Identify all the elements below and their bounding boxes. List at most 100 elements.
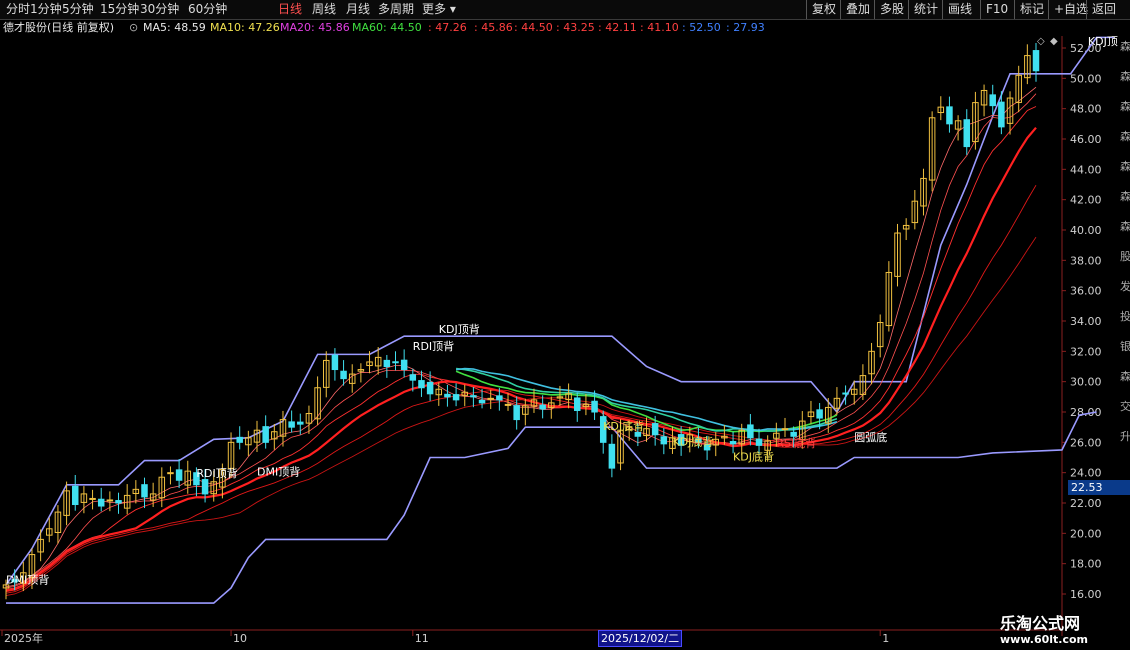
signal-annotation: RSI底背: [776, 436, 816, 450]
signal-annotation: KDJ底背: [733, 450, 774, 464]
y-tick-label: 44.00: [1070, 163, 1102, 176]
candle-body: [591, 400, 598, 413]
candle-body: [71, 485, 79, 506]
period-tab[interactable]: 5分钟: [62, 1, 94, 17]
indicator-value: : 45.86: [474, 21, 513, 34]
candle-body: [452, 394, 460, 401]
candle-body: [331, 354, 339, 371]
indicator-value: : 41.10: [640, 21, 679, 34]
indicator-value: : 27.93: [726, 21, 765, 34]
indicator-value: : 52.50: [682, 21, 721, 34]
candlestick-chart[interactable]: 16.00 18.00 20.00 22.00 24.00 26.00 28.00 30.00…: [0, 36, 1130, 650]
period-tab[interactable]: 日线: [278, 1, 302, 17]
y-tick-label: 30.00: [1070, 376, 1102, 389]
candle-body: [175, 469, 183, 481]
candle-body: [400, 359, 408, 371]
period-tab[interactable]: 30分钟: [140, 1, 179, 17]
candle-body: [478, 399, 486, 404]
signal-annotation: RDI顶背: [413, 339, 454, 353]
signal-annotation: KDJ底背: [672, 434, 713, 448]
candle-body: [262, 426, 269, 443]
y-tick-label: 22.00: [1070, 497, 1102, 510]
y-tick-label: 34.00: [1070, 315, 1102, 328]
candle-body: [297, 421, 304, 425]
period-tab[interactable]: 1分钟: [30, 1, 62, 17]
side-panel-glyph: 森: [1120, 219, 1130, 233]
signal-annotation: DMI顶背: [257, 465, 300, 479]
candle-body: [747, 424, 754, 439]
period-tab[interactable]: 60分钟: [188, 1, 227, 17]
side-panel-glyph: 发: [1120, 279, 1130, 293]
indicator-value: : 43.25: [556, 21, 595, 34]
candle-body: [201, 479, 209, 495]
toolbar-button[interactable]: F10: [980, 0, 1013, 19]
signal-annotation: RDI顶背: [196, 466, 237, 480]
indicator-legend: 德才股份(日线 前复权) ⊙ MA5: 48.59 MA10: 47.26 MA20: …: [0, 20, 1060, 36]
side-panel-glyph: 投: [1120, 309, 1130, 323]
y-tick-label: 42.00: [1070, 194, 1102, 207]
candle-body: [842, 392, 849, 395]
x-tick-label: 2025年: [4, 631, 43, 645]
toolbar-button[interactable]: 统计: [908, 0, 943, 19]
candle-body: [1032, 50, 1040, 72]
candle-body: [608, 443, 616, 469]
candle-body: [288, 421, 295, 428]
candle-body: [513, 405, 520, 421]
candle-body: [816, 409, 823, 419]
candle-body: [340, 370, 347, 380]
stock-name: 德才股份(日线 前复权): [3, 21, 115, 34]
candle-body: [574, 397, 581, 411]
signal-annotation: DMI顶背: [6, 572, 49, 586]
candle-body: [963, 119, 971, 148]
y-tick-label: 26.00: [1070, 436, 1102, 449]
side-panel-glyph: 银: [1120, 339, 1130, 353]
side-panel-glyph: 交: [1120, 399, 1130, 413]
cursor-date-label: 2025/12/02/二: [598, 630, 683, 647]
signal-annotation: 圆弧底: [854, 430, 887, 444]
candle-body: [115, 500, 122, 504]
period-tab[interactable]: 分时: [6, 1, 30, 17]
candle-body: [539, 404, 546, 410]
side-panel-glyph: 森: [1120, 129, 1130, 143]
side-panel-glyph: 森: [1120, 99, 1130, 113]
period-tab[interactable]: 更多 ▾: [422, 1, 456, 17]
candle-body: [496, 395, 503, 401]
candle-body: [781, 428, 789, 431]
y-tick-label: 36.00: [1070, 285, 1102, 298]
candle-body: [946, 106, 953, 125]
side-panel-glyph: 森: [1120, 39, 1130, 53]
side-panel-glyph: 升: [1120, 430, 1130, 443]
toolbar-button[interactable]: 多股: [874, 0, 909, 19]
toolbar-button[interactable]: 画线: [942, 0, 977, 19]
candle-body: [729, 441, 737, 445]
toolbar-button[interactable]: 标记: [1014, 0, 1049, 19]
diamond-marker-icon: ◆: [1050, 36, 1058, 47]
y-tick-label: 18.00: [1070, 558, 1102, 571]
moving-average-line: [5, 184, 1037, 594]
candle-body: [97, 498, 105, 507]
candle-body: [444, 393, 451, 398]
toolbar-button[interactable]: 返回: [1086, 0, 1121, 19]
side-panel-glyph: 股: [1120, 250, 1130, 263]
y-tick-label: 46.00: [1070, 133, 1102, 146]
candle-body: [755, 438, 763, 446]
x-tick-label: 10: [233, 632, 247, 645]
y-tick-label: 16.00: [1070, 588, 1102, 601]
side-panel-glyph: 森: [1120, 69, 1130, 83]
candle-body: [409, 374, 417, 381]
period-tab[interactable]: 多周期: [378, 1, 414, 17]
x-tick-label: 1: [882, 632, 889, 645]
watermark-url: www.60lt.com: [1000, 633, 1089, 646]
candle-body: [106, 499, 114, 502]
y-tick-label: 32.00: [1070, 345, 1102, 358]
period-tab[interactable]: 月线: [346, 1, 370, 17]
candle-body: [167, 472, 174, 475]
period-tab[interactable]: 15分钟: [100, 1, 139, 17]
candle-body: [998, 101, 1005, 128]
y-tick-label: 38.00: [1070, 254, 1102, 267]
settings-icon[interactable]: ⊙: [129, 20, 138, 36]
period-tab[interactable]: 周线: [312, 1, 336, 17]
toolbar-button[interactable]: 叠加: [840, 0, 875, 19]
candle-body: [790, 431, 797, 437]
toolbar-button[interactable]: 复权: [806, 0, 841, 19]
